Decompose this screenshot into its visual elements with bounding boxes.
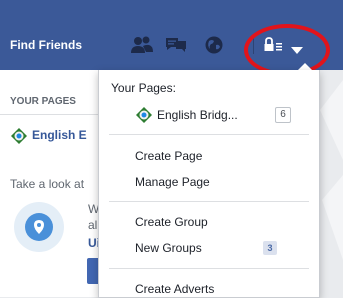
menu-page-item[interactable]: English Bridg... 6	[135, 106, 311, 124]
create-page-item[interactable]: Create Page	[135, 149, 202, 163]
find-friends-link[interactable]: Find Friends	[10, 38, 82, 52]
menu-caret	[298, 63, 312, 70]
create-adverts-item[interactable]: Create Adverts	[135, 282, 214, 296]
new-groups-badge: 3	[263, 241, 277, 255]
manage-page-item[interactable]: Manage Page	[135, 175, 210, 189]
create-group-item[interactable]: Create Group	[135, 215, 208, 229]
page-notification-count: 6	[275, 107, 291, 123]
sidebar-page-link[interactable]: English E	[10, 127, 87, 145]
your-pages-heading: YOUR PAGES	[10, 96, 76, 107]
menu-page-name: English Bridg...	[157, 108, 238, 122]
menu-divider	[109, 268, 309, 269]
your-pages-menu-heading: Your Pages:	[111, 81, 176, 95]
promo-text: Take a look at	[10, 177, 85, 191]
page-logo-icon	[11, 128, 27, 144]
account-dropdown-menu: Your Pages: English Bridg... 6 Create Pa…	[98, 70, 320, 298]
sidebar-page-label: English E	[32, 128, 87, 143]
menu-divider	[109, 134, 309, 135]
promo-fragment: al	[88, 218, 98, 232]
left-sidebar-column: YOUR PAGES English E Take a look at W al…	[0, 70, 101, 297]
messages-icon[interactable]	[164, 35, 188, 55]
divider	[0, 114, 100, 115]
notifications-globe-icon[interactable]	[204, 35, 224, 55]
location-pin-icon	[25, 213, 53, 241]
highlight-ring	[244, 24, 330, 76]
menu-divider	[109, 201, 309, 202]
friend-requests-icon[interactable]	[130, 35, 154, 55]
page-logo-icon	[136, 107, 152, 123]
new-groups-item[interactable]: New Groups	[135, 241, 202, 255]
